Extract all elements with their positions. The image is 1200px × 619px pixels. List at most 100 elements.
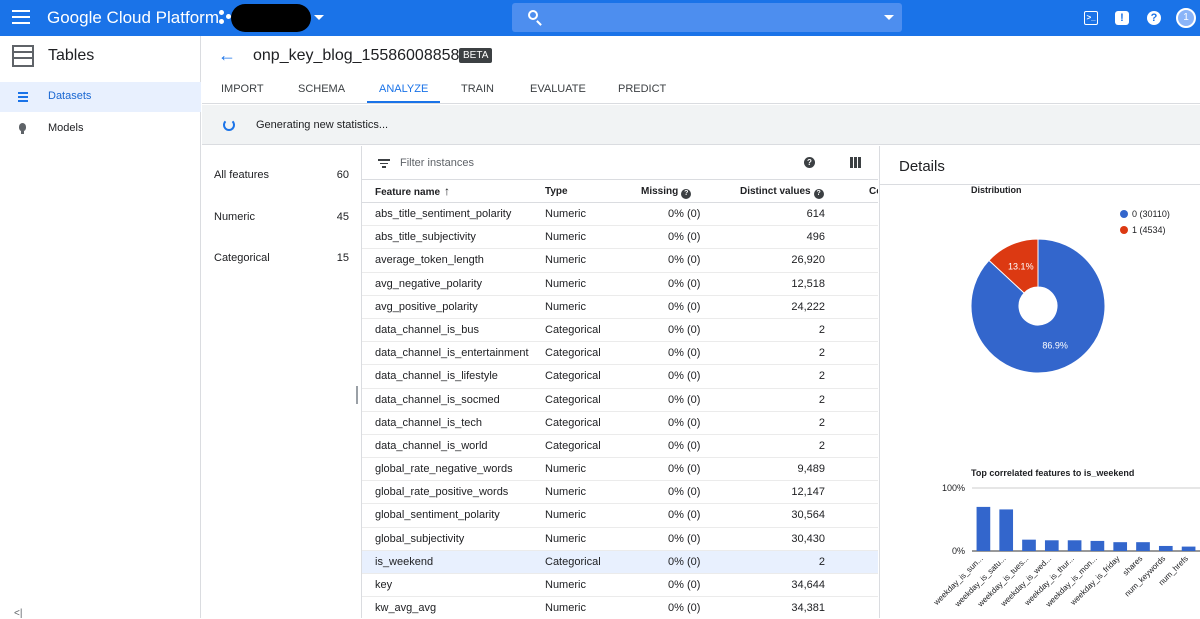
sidebar-item-datasets[interactable]: Datasets bbox=[0, 82, 201, 112]
type-cell: Categorical bbox=[545, 370, 601, 383]
table-row[interactable]: abs_title_sentiment_polarity Numeric 0% (0… bbox=[362, 203, 878, 227]
missing-cell: 0% (0) bbox=[668, 439, 701, 452]
status-bar: Generating new statistics... bbox=[202, 105, 1200, 145]
feature-group-count: 60 bbox=[336, 169, 349, 181]
bar[interactable] bbox=[1113, 542, 1128, 551]
sort-arrow-icon[interactable]: ↑ bbox=[444, 185, 450, 197]
type-cell: Numeric bbox=[545, 231, 586, 244]
details-title: Details bbox=[899, 158, 945, 175]
columns-icon[interactable] bbox=[850, 157, 862, 168]
bar[interactable] bbox=[1044, 540, 1059, 551]
sidebar: Tables Datasets Models <| bbox=[0, 36, 201, 619]
feature-name-cell: data_channel_is_world bbox=[375, 439, 488, 452]
search-icon bbox=[528, 10, 538, 20]
distinct-values-cell: 614 bbox=[806, 208, 825, 220]
table-row[interactable]: data_channel_is_lifestyle Categorical 0% (… bbox=[362, 365, 878, 389]
type-cell: Numeric bbox=[545, 509, 586, 522]
help-icon[interactable]: ? bbox=[1147, 11, 1161, 25]
sidebar-item-models[interactable]: Models bbox=[0, 114, 201, 144]
table-row[interactable]: data_channel_is_world Categorical 0% (0) 2 bbox=[362, 435, 878, 459]
pie-slice-label: 13.1% bbox=[1008, 262, 1034, 272]
bar[interactable] bbox=[1090, 540, 1105, 551]
distinct-values-cell: 30,564 bbox=[791, 509, 825, 522]
table-row[interactable]: abs_title_subjectivity Numeric 0% (0) 496 bbox=[362, 226, 878, 250]
tab-schema[interactable]: SCHEMA bbox=[298, 83, 345, 95]
distinct-values-cell: 26,920 bbox=[791, 254, 825, 267]
tab-import[interactable]: IMPORT bbox=[221, 83, 264, 95]
header-type[interactable]: Type bbox=[545, 186, 568, 197]
tab-predict[interactable]: PREDICT bbox=[618, 83, 666, 95]
filter-icon[interactable] bbox=[378, 159, 390, 170]
bar[interactable] bbox=[1181, 546, 1196, 551]
tab-analyze[interactable]: ANALYZE bbox=[379, 83, 428, 95]
table-row[interactable]: average_token_length Numeric 0% (0) 26,920 bbox=[362, 249, 878, 273]
table-row[interactable]: avg_negative_polarity Numeric 0% (0) 12,518 bbox=[362, 273, 878, 296]
header-distinct-values[interactable]: Distinct values? bbox=[740, 186, 824, 199]
table-row[interactable]: global_sentiment_polarity Numeric 0% (0) 30… bbox=[362, 504, 878, 528]
bar[interactable] bbox=[1067, 540, 1082, 551]
feature-group-categorical[interactable]: Categorical 15 bbox=[202, 248, 362, 268]
missing-cell: 0% (0) bbox=[668, 509, 701, 522]
status-text: Generating new statistics... bbox=[256, 119, 389, 131]
header-correlation[interactable]: Co bbox=[869, 186, 878, 197]
search-input[interactable] bbox=[552, 7, 872, 27]
help-icon[interactable]: ? bbox=[813, 189, 824, 199]
table-row[interactable]: global_subjectivity Numeric 0% (0) 30,430 bbox=[362, 528, 878, 551]
feature-name-cell: data_channel_is_lifestyle bbox=[375, 370, 498, 383]
panel-resize-handle[interactable] bbox=[356, 386, 358, 404]
search-bar[interactable] bbox=[512, 3, 902, 32]
help-icon[interactable]: ? bbox=[804, 157, 815, 168]
notifications-icon[interactable]: ! bbox=[1115, 11, 1129, 25]
feature-name-cell: data_channel_is_bus bbox=[375, 323, 479, 336]
table-row[interactable]: avg_positive_polarity Numeric 0% (0) 24,222 bbox=[362, 296, 878, 319]
missing-cell: 0% (0) bbox=[668, 277, 701, 290]
avatar[interactable]: 1 bbox=[1176, 8, 1196, 28]
search-dropdown-icon[interactable] bbox=[884, 15, 894, 20]
feature-name-cell: average_token_length bbox=[375, 254, 484, 267]
table-row[interactable]: global_rate_positive_words Numeric 0% (0) 1… bbox=[362, 481, 878, 505]
feature-name-cell: key bbox=[375, 579, 393, 591]
brand-title[interactable]: Google Cloud Platform bbox=[47, 8, 219, 28]
bar[interactable] bbox=[1022, 539, 1036, 551]
distinct-values-cell: 496 bbox=[806, 231, 825, 244]
bar[interactable] bbox=[1158, 545, 1173, 551]
type-cell: Numeric bbox=[545, 602, 586, 615]
tab-train[interactable]: TRAIN bbox=[461, 83, 494, 95]
feature-name-cell: data_channel_is_socmed bbox=[375, 393, 500, 406]
tab-evaluate[interactable]: EVALUATE bbox=[530, 83, 586, 95]
page-header: ← onp_key_blog_1558600885878 BETA bbox=[202, 36, 1200, 74]
type-cell: Categorical bbox=[545, 393, 601, 406]
table-row[interactable]: is_weekend Categorical 0% (0) 2 bbox=[362, 550, 878, 574]
feature-group-list: All features 60 Numeric 45 Categorical 1… bbox=[202, 146, 362, 618]
table-row[interactable]: data_channel_is_tech Categorical 0% (0) 2 bbox=[362, 412, 878, 435]
back-arrow-icon[interactable]: ← bbox=[218, 46, 236, 64]
feature-group-label: All features bbox=[214, 169, 270, 181]
bar[interactable] bbox=[1136, 542, 1150, 551]
distribution-chart-title: Distribution bbox=[971, 185, 1022, 195]
feature-group-all[interactable]: All features 60 bbox=[202, 165, 362, 185]
help-icon[interactable]: ? bbox=[681, 189, 692, 199]
table-row[interactable]: key Numeric 0% (0) 34,644 bbox=[362, 574, 878, 598]
bar[interactable] bbox=[976, 506, 991, 551]
header-feature-name[interactable]: Feature name ↑ bbox=[375, 185, 450, 198]
y-tick-label: 100% bbox=[942, 483, 965, 493]
header-missing[interactable]: Missing? bbox=[641, 186, 692, 199]
distinct-values-cell: 2 bbox=[818, 439, 825, 452]
project-selector[interactable] bbox=[231, 4, 311, 32]
menu-icon[interactable] bbox=[12, 10, 30, 24]
table-row[interactable]: kw_avg_avg Numeric 0% (0) 34,381 bbox=[362, 597, 878, 618]
cloud-shell-icon[interactable]: >_ bbox=[1084, 11, 1098, 25]
bar[interactable] bbox=[999, 509, 1014, 551]
top-bar: Google Cloud Platform >_ ! ? 1 bbox=[0, 0, 1200, 36]
collapse-sidebar-icon[interactable]: <| bbox=[14, 608, 22, 619]
feature-group-numeric[interactable]: Numeric 45 bbox=[202, 207, 362, 227]
table-row[interactable]: data_channel_is_entertainment Categorical… bbox=[362, 342, 878, 366]
project-dropdown-icon[interactable] bbox=[314, 15, 324, 20]
filter-input[interactable] bbox=[400, 155, 700, 171]
table-row[interactable]: global_rate_negative_words Numeric 0% (0) 9… bbox=[362, 458, 878, 482]
table-header: Feature name ↑ Type Missing? Distinct val… bbox=[362, 181, 878, 203]
type-cell: Numeric bbox=[545, 486, 586, 499]
table-row[interactable]: data_channel_is_socmed Categorical 0% (0) 2 bbox=[362, 389, 878, 412]
type-cell: Categorical bbox=[545, 416, 601, 429]
table-row[interactable]: data_channel_is_bus Categorical 0% (0) 2 bbox=[362, 319, 878, 343]
